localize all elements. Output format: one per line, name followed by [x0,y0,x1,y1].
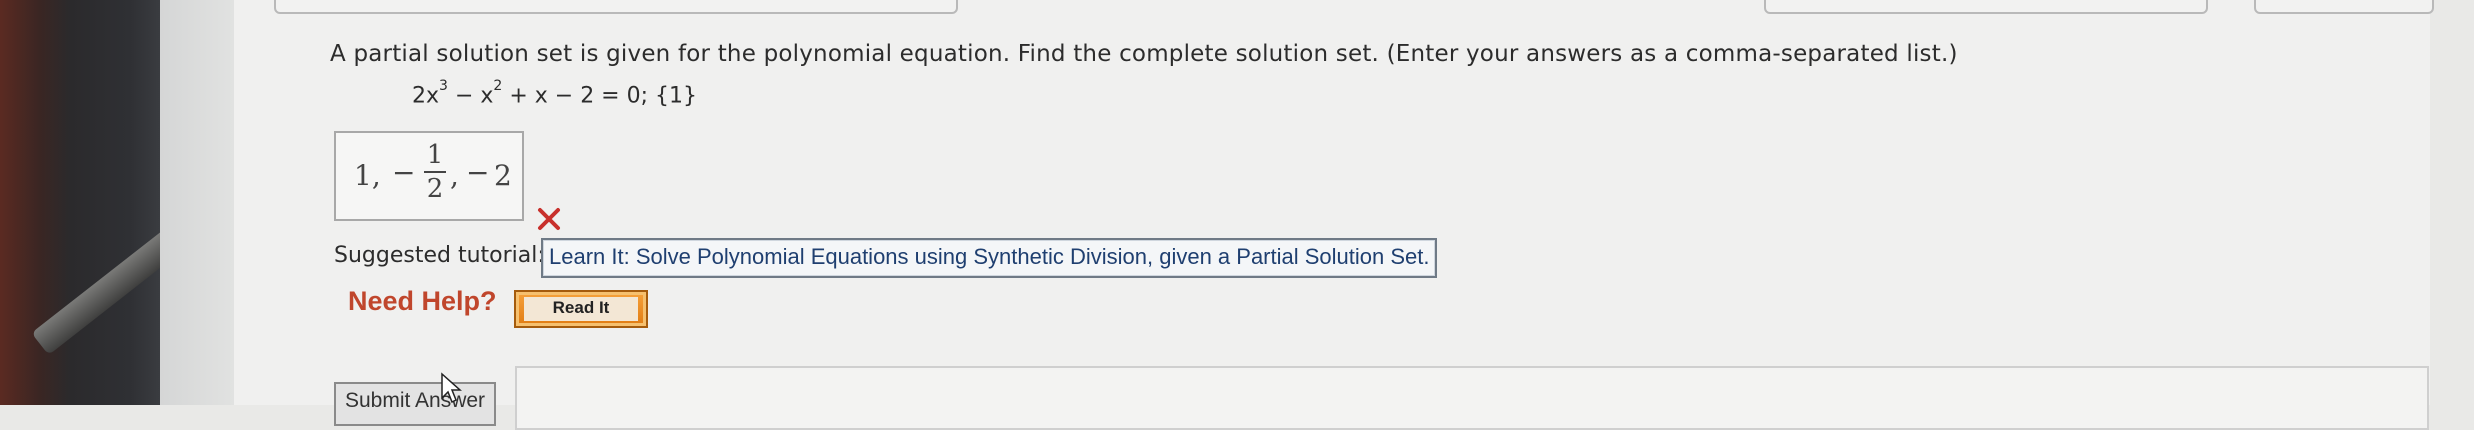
answer-minus-sign-2: − [466,156,490,189]
tutorial-link[interactable]: Learn It: Solve Polynomial Equations usi… [541,238,1438,278]
equation-exponent-2: 2 [493,78,503,94]
answer-fraction: 1 2 [424,141,446,203]
fraction-bar [424,171,446,173]
fraction-denominator: 2 [426,174,444,204]
top-input-box-3 [2254,0,2434,14]
feedback-area [515,366,2429,430]
submit-answer-button[interactable]: Submit Answer [334,382,496,426]
page-margin [160,0,234,405]
answer-root-1: 1, [354,159,381,192]
top-input-box-2 [1764,0,2208,14]
equation-term-2: − x [447,83,494,109]
background-desk [0,0,160,405]
answer-comma: , [450,159,459,192]
equation-rest: + x − 2 = 0; {1} [502,83,697,109]
read-it-button[interactable]: Read It [514,290,648,328]
incorrect-x-icon [538,208,560,230]
answer-minus-sign: − [392,156,416,189]
question-prompt: A partial solution set is given for the … [330,41,1958,67]
need-help-label: Need Help? [348,286,497,316]
top-input-box-1 [274,0,958,14]
suggested-tutorial-label: Suggested tutorial: [334,243,545,268]
mouse-cursor-icon [441,372,462,404]
answer-input[interactable]: 1, − 1 2 , − 2 [334,131,524,221]
answer-root-3: 2 [494,159,512,192]
equation-term-1: 2x [412,83,440,109]
equation-exponent-1: 3 [439,78,448,94]
polynomial-equation: 2x3 − x2 + x − 2 = 0; {1} [412,78,697,109]
fraction-numerator: 1 [426,140,444,170]
read-it-label: Read It [524,297,638,321]
